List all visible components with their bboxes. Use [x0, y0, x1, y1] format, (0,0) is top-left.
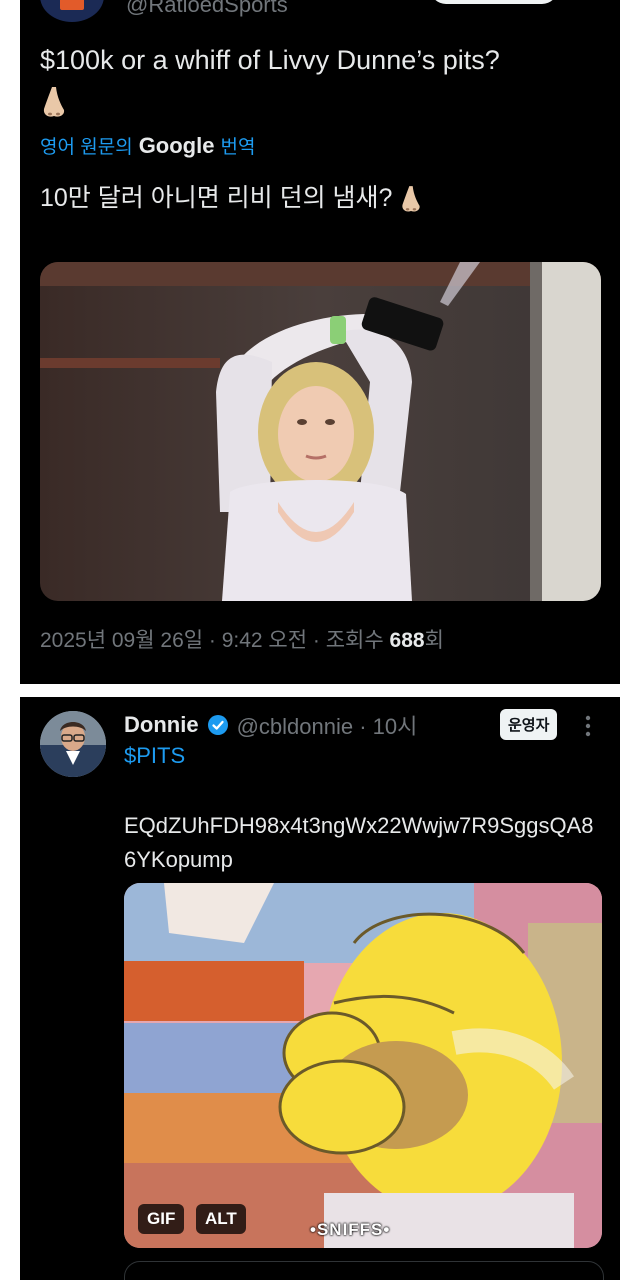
tweet1-photo[interactable]: [40, 262, 601, 601]
tweet1-meta: 2025년 09월 26일 · 9:42 오전 · 조회수 688회: [40, 624, 444, 654]
follow-button[interactable]: [430, 0, 558, 4]
quoted-tweet-card[interactable]: [124, 1261, 604, 1280]
ratioed-sports-avatar[interactable]: [40, 0, 104, 22]
operator-badge: 운영자: [500, 709, 558, 740]
alt-badge[interactable]: ALT: [196, 1204, 246, 1234]
ticker-link[interactable]: $PITS: [124, 743, 185, 769]
translated-text: 10만 달러 아니면 리비 던의 냄새?: [40, 178, 423, 214]
translated-text-content: 10만 달러 아니면 리비 던의 냄새?: [40, 184, 393, 212]
translate-prefix: 영어 원문의: [40, 137, 133, 158]
tweet1-handle[interactable]: @RatioedSports: [126, 0, 288, 18]
translate-suffix: 번역: [220, 137, 256, 158]
tweet2-name[interactable]: Donnie: [124, 712, 199, 738]
google-logo: Google: [138, 133, 215, 158]
tweet1-date: 2025년 09월 26일 · 9:42 오전 · 조회수: [40, 629, 384, 652]
tweet2-header: Donnie @cbldonnie · 10시: [124, 709, 417, 741]
contract-address: EQdZUhFDH98x4t3ngWx22Wwjw7R9SggsQA86YKop…: [124, 813, 594, 872]
tweet1-text: $100k or a whiff of Livvy Dunne’s pits?: [40, 40, 600, 120]
nose-emoji: [402, 186, 421, 212]
gif-badge: GIF: [138, 1204, 185, 1234]
tweet-panel-top: @RatioedSports $100k or a whiff of Livvy…: [20, 0, 620, 684]
nose-emoji: [43, 86, 65, 117]
more-icon[interactable]: [578, 711, 598, 741]
tweet-panel-bottom: Donnie @cbldonnie · 10시 운영자 $PITS EQdZUh…: [20, 697, 620, 1280]
tweet2-gif[interactable]: GIF ALT •SNIFFS•: [124, 883, 602, 1248]
tweet1-text-content: $100k or a whiff of Livvy Dunne’s pits?: [40, 45, 500, 75]
gif-caption: •SNIFFS•: [310, 1220, 391, 1239]
donnie-avatar[interactable]: [40, 711, 106, 777]
views-unit: 회: [424, 629, 444, 652]
tweet1-views: 688: [389, 629, 425, 652]
verified-icon: [207, 715, 228, 735]
tweet2-handle[interactable]: @cbldonnie · 10시: [237, 709, 418, 741]
translation-attribution[interactable]: 영어 원문의 Google 번역: [40, 132, 255, 159]
